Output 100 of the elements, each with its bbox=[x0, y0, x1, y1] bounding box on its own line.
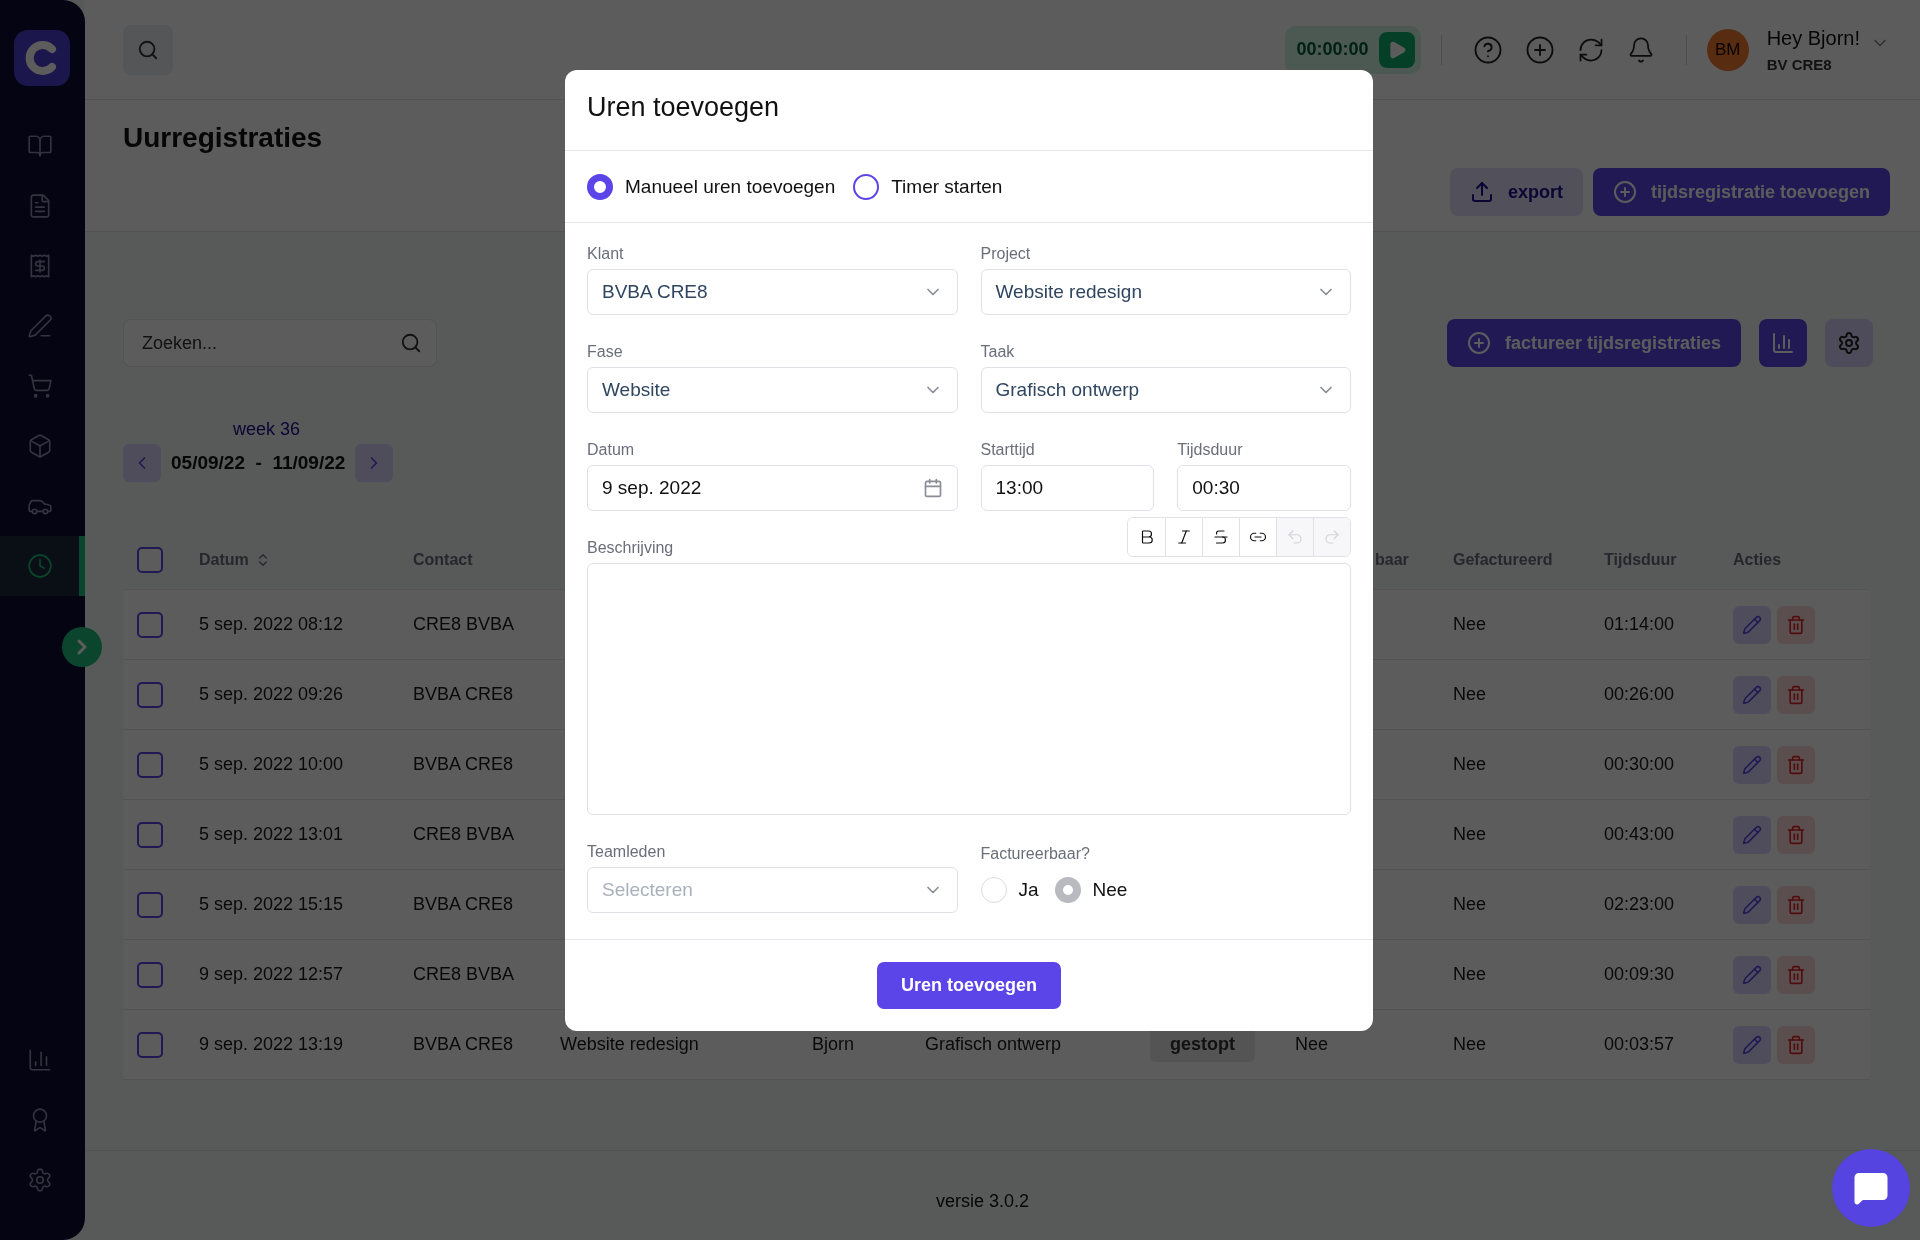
edit-button[interactable] bbox=[1733, 1025, 1771, 1064]
row-checkbox[interactable] bbox=[137, 751, 163, 778]
row-checkbox[interactable] bbox=[137, 891, 163, 918]
delete-button[interactable] bbox=[1777, 745, 1815, 784]
select-field[interactable]: Grafisch ontwerp bbox=[980, 367, 1351, 413]
edit-button[interactable] bbox=[1733, 955, 1771, 994]
table-cell: BVBA CRE8 bbox=[413, 894, 514, 915]
trash-icon bbox=[1786, 684, 1806, 705]
delete-button[interactable] bbox=[1777, 1025, 1815, 1064]
select-field[interactable]: Website redesign bbox=[980, 269, 1351, 315]
select-all-checkbox[interactable] bbox=[137, 546, 163, 573]
description-field[interactable] bbox=[587, 563, 1351, 815]
pencil-icon bbox=[1742, 684, 1762, 705]
trash-icon bbox=[1786, 614, 1806, 635]
edit-button[interactable] bbox=[1733, 885, 1771, 924]
table-cell: BVBA CRE8 bbox=[413, 684, 514, 705]
sidebar-item[interactable] bbox=[0, 536, 85, 596]
submit-button[interactable]: Uren toevoegen bbox=[877, 962, 1061, 1009]
delete-button[interactable] bbox=[1777, 605, 1815, 644]
expand-button[interactable] bbox=[62, 627, 102, 667]
settings-button[interactable] bbox=[1825, 319, 1873, 367]
select-field[interactable]: Website bbox=[587, 367, 958, 413]
table-cell: 01:14:00 bbox=[1604, 614, 1675, 635]
table-cell: Nee bbox=[1295, 1034, 1329, 1055]
plus-circle-icon bbox=[1524, 34, 1555, 65]
previous-week-button[interactable] bbox=[123, 444, 161, 482]
field-label: Factureerbaar? bbox=[980, 845, 1091, 863]
search-icon bbox=[400, 332, 422, 354]
edit-button[interactable] bbox=[1733, 605, 1771, 644]
edit-button[interactable] bbox=[1733, 675, 1771, 714]
delete-button[interactable] bbox=[1777, 955, 1815, 994]
radio-button[interactable] bbox=[1054, 877, 1081, 903]
row-checkbox[interactable] bbox=[137, 1031, 163, 1058]
radio-button[interactable] bbox=[853, 173, 880, 200]
delete-button[interactable] bbox=[1777, 885, 1815, 924]
week-range: 05/09/22 - 11/09/22 bbox=[171, 452, 346, 474]
edit-button[interactable] bbox=[1733, 745, 1771, 784]
mode-option[interactable]: Manueel uren toevoegen bbox=[587, 173, 836, 200]
plus-circle-icon bbox=[1466, 331, 1491, 355]
input-field[interactable]: 00:30 bbox=[1177, 465, 1351, 511]
table-cell: Nee bbox=[1453, 1034, 1487, 1055]
bar-chart-icon bbox=[26, 1047, 53, 1073]
chart-button[interactable] bbox=[1759, 319, 1807, 367]
notebook-icon bbox=[26, 133, 53, 159]
logo-icon[interactable] bbox=[14, 30, 70, 86]
table-cell: Bjorn bbox=[812, 1034, 855, 1055]
row-checkbox[interactable] bbox=[137, 961, 163, 988]
table-cell: 5 sep. 2022 13:01 bbox=[199, 824, 344, 845]
table-cell: Grafisch ontwerp bbox=[925, 1034, 1062, 1055]
field-label: Beschrijving bbox=[587, 539, 674, 557]
clock-icon bbox=[26, 553, 53, 579]
signature-icon bbox=[26, 313, 53, 339]
table-cell: 00:03:57 bbox=[1604, 1034, 1675, 1055]
billable-option[interactable]: Ja bbox=[980, 877, 1039, 903]
date-field[interactable]: 9 sep. 2022 bbox=[587, 465, 958, 511]
row-checkbox[interactable] bbox=[137, 611, 163, 638]
table-cell: Nee bbox=[1453, 684, 1487, 705]
table-cell: 02:23:00 bbox=[1604, 894, 1675, 915]
redo-icon bbox=[1323, 528, 1341, 546]
pencil-icon bbox=[1742, 614, 1762, 635]
input-field[interactable]: 13:00 bbox=[980, 465, 1155, 511]
table-cell: 00:43:00 bbox=[1604, 824, 1675, 845]
user-greeting: Hey Bjorn! bbox=[1766, 26, 1860, 50]
trash-icon bbox=[1786, 964, 1806, 985]
mode-option[interactable]: Timer starten bbox=[853, 173, 1003, 200]
play-button[interactable] bbox=[1378, 31, 1415, 68]
field-label: Klant bbox=[587, 245, 625, 263]
edit-button[interactable] bbox=[1733, 815, 1771, 854]
pencil-icon bbox=[1742, 824, 1762, 845]
field-label: Teamleden bbox=[587, 843, 667, 861]
pencil-icon bbox=[1742, 754, 1762, 775]
company-name: BV CRE8 bbox=[1766, 55, 1833, 73]
radio-button[interactable] bbox=[587, 173, 613, 200]
table-cell: 5 sep. 2022 10:00 bbox=[199, 754, 344, 775]
select-field[interactable]: BVBA CRE8 bbox=[587, 269, 958, 315]
table-cell: 5 sep. 2022 09:26 bbox=[199, 684, 344, 705]
week-label: week 36 bbox=[233, 419, 301, 440]
row-checkbox[interactable] bbox=[137, 821, 163, 848]
table-cell: 9 sep. 2022 12:57 bbox=[199, 964, 344, 985]
search-button[interactable] bbox=[123, 24, 173, 75]
table-cell: Nee bbox=[1453, 894, 1487, 915]
chat-icon bbox=[1853, 1170, 1889, 1206]
table-cell: BVBA CRE8 bbox=[413, 754, 514, 775]
table-cell: 9 sep. 2022 13:19 bbox=[199, 1034, 344, 1055]
bar-chart-icon bbox=[1771, 331, 1795, 355]
box-icon bbox=[26, 433, 53, 459]
delete-button[interactable] bbox=[1777, 815, 1815, 854]
pencil-icon bbox=[1742, 894, 1762, 915]
strikethrough-icon bbox=[1212, 528, 1230, 546]
italic-icon bbox=[1175, 528, 1193, 546]
field-label: Tijdsduur bbox=[1177, 441, 1244, 459]
billable-option[interactable]: Nee bbox=[1054, 877, 1128, 903]
next-week-button[interactable] bbox=[355, 444, 394, 482]
version-label: versie 3.0.2 bbox=[935, 1191, 1030, 1212]
trash-icon bbox=[1786, 894, 1806, 915]
delete-button[interactable] bbox=[1777, 675, 1815, 714]
trash-icon bbox=[1786, 824, 1806, 845]
table-cell: 00:09:30 bbox=[1604, 964, 1675, 985]
row-checkbox[interactable] bbox=[137, 681, 163, 708]
trash-icon bbox=[1786, 1034, 1806, 1055]
